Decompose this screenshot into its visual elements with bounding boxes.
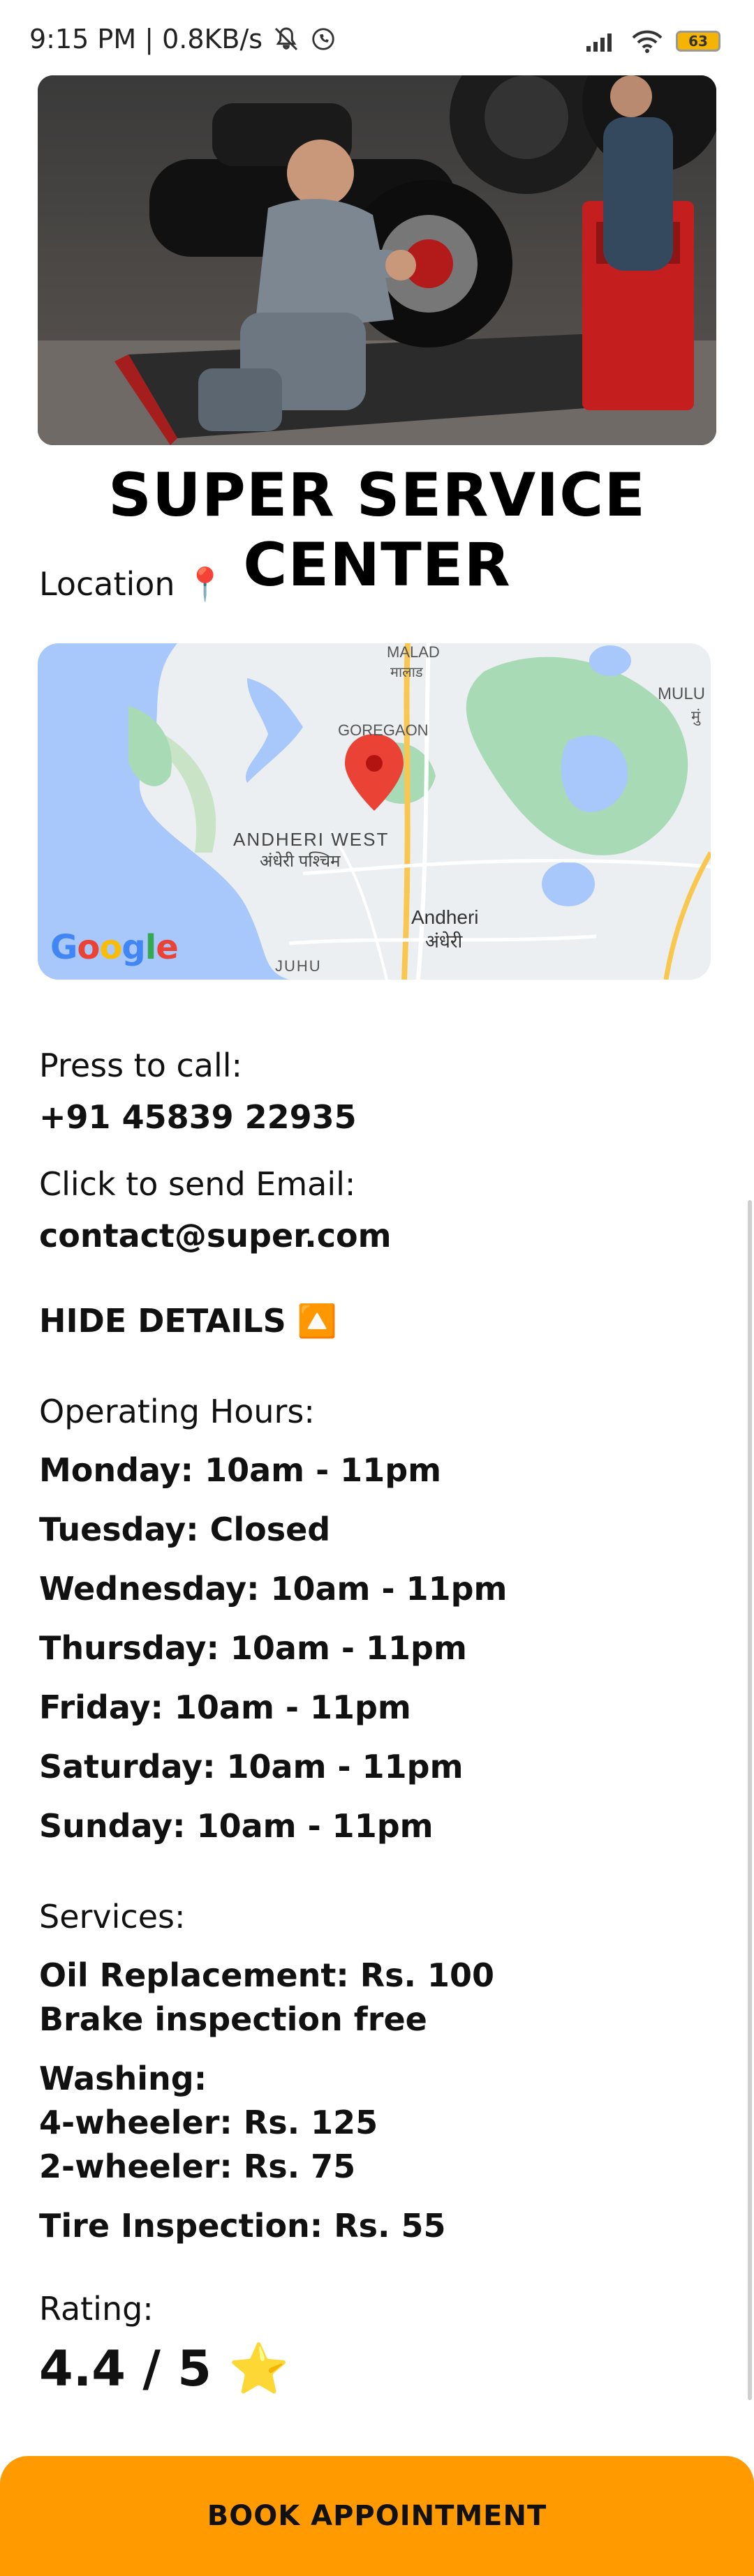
battery-icon: 63	[676, 31, 720, 52]
hours-friday: Friday: 10am - 11pm	[39, 1688, 411, 1726]
rating-value: 4.4 / 5 ⭐	[39, 2340, 290, 2397]
hero-image	[38, 75, 716, 445]
status-left: 9:15 PM | 0.8KB/s	[29, 24, 337, 54]
hours-wednesday: Wednesday: 10am - 11pm	[39, 1570, 508, 1608]
map-label-juhu: JUHU	[275, 957, 322, 975]
map-label-andheri-west: ANDHERI WEST	[233, 829, 389, 850]
location-label: Location 📍	[39, 565, 226, 603]
map-label-mulund-dev: मुं	[691, 707, 701, 726]
service-washing: Washing:	[39, 2060, 207, 2097]
map-label-andheri-dev: अंधेरी	[425, 931, 463, 952]
service-four-wheeler: 4-wheeler: Rs. 125	[39, 2104, 378, 2141]
service-tire: Tire Inspection: Rs. 55	[39, 2207, 446, 2245]
map-label-andheri-west-dev: अंधेरी पश्चिम	[260, 851, 341, 871]
location-map[interactable]: MALAD मालाड GOREGAON MULU मुं ANDHERI WE…	[38, 643, 711, 980]
operating-hours-label: Operating Hours:	[39, 1393, 315, 1430]
whatsapp-icon	[312, 28, 334, 50]
hours-thursday: Thursday: 10am - 11pm	[39, 1629, 467, 1667]
scrollbar[interactable]	[748, 1200, 752, 2400]
hours-tuesday: Tuesday: Closed	[39, 1511, 331, 1548]
status-bar: 9:15 PM | 0.8KB/s 63	[0, 0, 754, 77]
google-logo: Google	[50, 928, 179, 967]
map-label-malad: MALAD	[387, 643, 440, 661]
call-label: Press to call:	[39, 1047, 243, 1084]
hours-sunday: Sunday: 10am - 11pm	[39, 1807, 434, 1845]
service-brake: Brake inspection free	[39, 2000, 427, 2038]
rating-label: Rating:	[39, 2290, 154, 2328]
map-label-malad-dev: मालाड	[390, 665, 423, 680]
hide-details-button[interactable]: HIDE DETAILS 🔼	[39, 1302, 337, 1340]
wifi-icon	[632, 30, 663, 53]
mechanic-illustration	[38, 75, 716, 445]
map-label-andheri: Andheri	[411, 906, 479, 928]
service-two-wheeler: 2-wheeler: Rs. 75	[39, 2148, 356, 2185]
map-label-goregaon: GOREGAON	[338, 721, 429, 739]
services-label: Services:	[39, 1898, 186, 1935]
status-time-speed: 9:15 PM | 0.8KB/s	[29, 24, 263, 54]
hours-saturday: Saturday: 10am - 11pm	[39, 1748, 464, 1785]
phone-number-link[interactable]: +91 45839 22935	[39, 1098, 357, 1136]
map-label-mulund: MULU	[658, 684, 705, 703]
hours-monday: Monday: 10am - 11pm	[39, 1451, 442, 1489]
book-appointment-button[interactable]: BOOK APPOINTMENT	[0, 2456, 754, 2576]
service-oil: Oil Replacement: Rs. 100	[39, 1956, 495, 1994]
signal-icon	[586, 33, 612, 52]
mute-icon	[275, 27, 298, 51]
email-label: Click to send Email:	[39, 1165, 356, 1203]
status-right: 63	[585, 29, 720, 53]
email-link[interactable]: contact@super.com	[39, 1217, 392, 1255]
